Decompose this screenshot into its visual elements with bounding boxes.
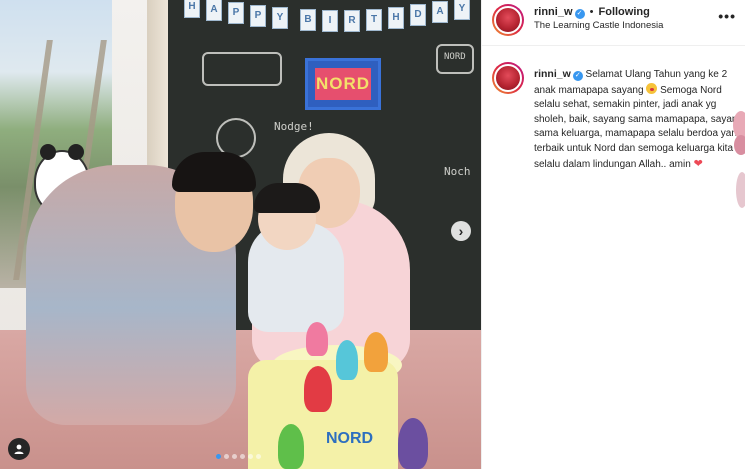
carousel-dot [240, 454, 245, 459]
chevron-right-icon: › [458, 223, 464, 239]
banner-flag: T [366, 9, 382, 31]
author-username[interactable]: rinni_w [534, 6, 573, 18]
banner-flag: I [322, 10, 338, 32]
cake-toy-green [278, 424, 304, 469]
carousel-dot [232, 454, 237, 459]
verified-badge-icon: ✓ [574, 9, 585, 19]
verified-badge-icon: ✓ [572, 71, 583, 81]
banner-flag: H [184, 0, 200, 18]
banner-flag: D [410, 4, 426, 26]
banner-flag: R [344, 10, 360, 32]
post-header: rinni_w ✓ • Following The Learning Castle… [482, 0, 745, 46]
carousel-next-button[interactable]: › [451, 221, 471, 241]
caption-text-part2: Semoga Nord selalu sehat, semakin pinter… [534, 84, 744, 170]
carousel-dot [248, 454, 253, 459]
post-image[interactable]: Nodge! NORD Noch H A P P Y B I R T H D A… [0, 0, 481, 469]
more-options-button[interactable]: ••• [718, 8, 736, 24]
cake-toy-purple [398, 418, 428, 469]
chalk-word-noch: Noch [444, 165, 471, 178]
carousel-indicator [216, 454, 261, 459]
nord-name-sign: NORD [305, 58, 381, 110]
nord-sign-text: NORD [315, 68, 371, 100]
banner-flag: Y [454, 0, 470, 20]
carousel-dot-active [216, 454, 221, 459]
man-hair [172, 152, 256, 192]
cake-toy-orange [364, 332, 388, 372]
chalk-word-nodge: Nodge! [274, 120, 314, 133]
person-icon [14, 444, 24, 454]
cake-name-text: NORD [326, 430, 374, 447]
chalk-word-nord: NORD [444, 52, 466, 62]
pink-flowers-decoration [733, 111, 745, 208]
avatar-image [494, 64, 522, 92]
banner-flag: A [206, 0, 222, 21]
banner-flag: A [432, 1, 448, 23]
banner-flag: P [228, 2, 244, 24]
child-hair [254, 183, 320, 213]
birthday-banner: H A P P Y B I R T H D A Y [180, 0, 480, 36]
banner-flag: B [300, 9, 316, 31]
kissing-face-icon [646, 82, 658, 94]
carousel-dot [256, 454, 261, 459]
chalk-train-drawing [202, 52, 282, 86]
tagged-users-button[interactable] [8, 438, 30, 460]
banner-flag: Y [272, 7, 288, 29]
red-heart-icon: ❤ [693, 157, 703, 170]
post-details-panel: rinni_w ✓ • Following The Learning Castle… [481, 0, 745, 469]
avatar-image [494, 6, 522, 34]
header-separator: • [589, 6, 594, 18]
caption-author-avatar[interactable] [492, 62, 524, 94]
carousel-dot [224, 454, 229, 459]
cake-toy-red [304, 366, 332, 412]
post-location[interactable]: The Learning Castle Indonesia [534, 20, 663, 31]
cake-toy-pink [306, 322, 328, 356]
cake-toy-blue [336, 340, 358, 380]
caption-text-block: rinni_w ✓ Selamat Ulang Tahun yang ke 2 a… [534, 67, 744, 172]
author-avatar[interactable] [492, 4, 524, 36]
banner-flag: H [388, 7, 404, 29]
following-button[interactable]: Following [599, 6, 650, 18]
banner-flag: P [250, 5, 266, 27]
header-author-line: rinni_w ✓ • Following [534, 6, 650, 19]
caption-username[interactable]: rinni_w [534, 68, 571, 80]
